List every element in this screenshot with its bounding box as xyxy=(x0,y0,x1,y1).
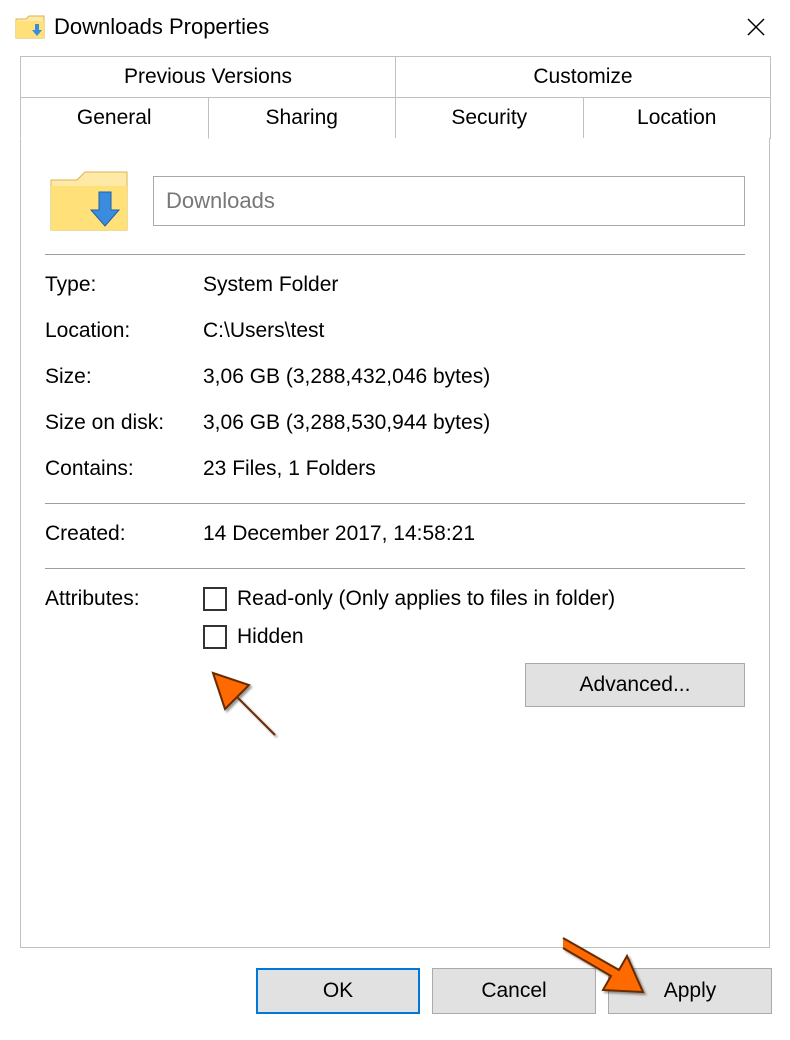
cancel-button[interactable]: Cancel xyxy=(432,968,596,1014)
folder-icon-small xyxy=(14,11,46,43)
size-value: 3,06 GB (3,288,432,046 bytes) xyxy=(203,365,745,389)
close-button[interactable] xyxy=(736,7,776,47)
advanced-button[interactable]: Advanced... xyxy=(525,663,745,707)
type-label: Type: xyxy=(45,273,203,297)
folder-name-input[interactable] xyxy=(153,176,745,226)
tab-general[interactable]: General xyxy=(20,97,209,139)
apply-button[interactable]: Apply xyxy=(608,968,772,1014)
location-value: C:\Users\test xyxy=(203,319,745,343)
tab-security[interactable]: Security xyxy=(395,97,584,139)
contains-value: 23 Files, 1 Folders xyxy=(203,457,745,481)
divider xyxy=(45,254,745,255)
readonly-checkbox[interactable] xyxy=(203,587,227,611)
folder-icon-large xyxy=(45,162,133,240)
tab-customize[interactable]: Customize xyxy=(395,56,771,97)
close-icon xyxy=(746,17,766,37)
readonly-label: Read-only (Only applies to files in fold… xyxy=(237,587,615,611)
size-on-disk-value: 3,06 GB (3,288,530,944 bytes) xyxy=(203,411,745,435)
location-label: Location: xyxy=(45,319,203,343)
tab-location[interactable]: Location xyxy=(583,97,772,139)
divider xyxy=(45,503,745,504)
contains-label: Contains: xyxy=(45,457,203,481)
tab-previous-versions[interactable]: Previous Versions xyxy=(20,56,396,97)
hidden-checkbox[interactable] xyxy=(203,625,227,649)
tab-sharing[interactable]: Sharing xyxy=(208,97,397,139)
general-panel: Type: System Folder Location: C:\Users\t… xyxy=(20,138,770,948)
window-title: Downloads Properties xyxy=(54,14,736,40)
tabs: Previous Versions Customize General Shar… xyxy=(20,56,770,139)
divider xyxy=(45,568,745,569)
size-label: Size: xyxy=(45,365,203,389)
type-value: System Folder xyxy=(203,273,745,297)
size-on-disk-label: Size on disk: xyxy=(45,411,203,435)
button-bar: OK Cancel Apply xyxy=(0,954,790,1040)
titlebar: Downloads Properties xyxy=(0,0,790,56)
hidden-label: Hidden xyxy=(237,625,304,649)
created-label: Created: xyxy=(45,522,203,546)
attributes-label: Attributes: xyxy=(45,587,203,611)
ok-button[interactable]: OK xyxy=(256,968,420,1014)
created-value: 14 December 2017, 14:58:21 xyxy=(203,522,745,546)
